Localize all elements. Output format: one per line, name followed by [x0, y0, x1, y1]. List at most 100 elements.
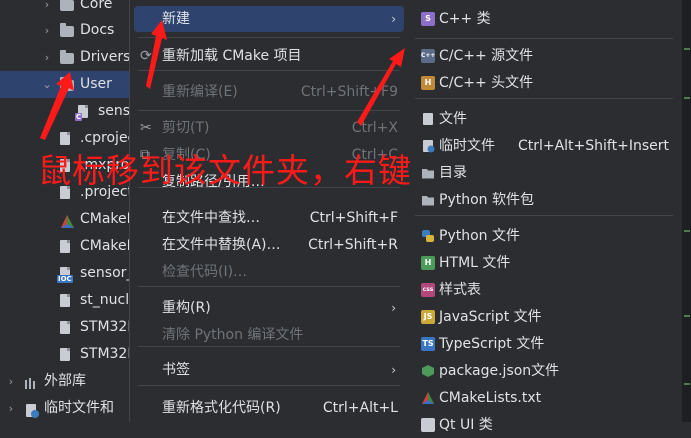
menu-item-shortcut: Ctrl+Alt+L	[322, 400, 398, 416]
file-icon	[421, 112, 435, 126]
new-submenu-item[interactable]: S C++ 类	[411, 6, 679, 32]
tree-item[interactable]: CMakeL	[0, 206, 140, 233]
tree-item[interactable]: STM32I	[0, 314, 140, 341]
tree-item[interactable]: › Core	[0, 0, 140, 18]
menu-item-cmake[interactable]: ⟳ 重新加载 CMake 项目	[134, 43, 404, 69]
tree-item[interactable]: CMakeL	[0, 233, 140, 260]
new-submenu-item[interactable]: H HTML 文件	[411, 250, 679, 276]
tree-item[interactable]: Csensor	[0, 98, 140, 125]
tree-item-label: User	[80, 76, 112, 92]
menu-item-a[interactable]: 在文件中替换(A)… Ctrl+Shift+R	[134, 232, 404, 258]
new-submenu-item-label: C/C++ 源文件	[439, 48, 534, 64]
file-icon	[60, 321, 70, 334]
menu-item-i[interactable]: 检查代码(I)…	[134, 259, 404, 285]
cmake-icon	[60, 212, 75, 228]
menu-separator	[138, 110, 400, 111]
menu-item-r[interactable]: 重构(R) ›	[134, 295, 404, 321]
tree-item[interactable]: st_nucl	[0, 287, 140, 314]
pkg-icon	[421, 364, 435, 378]
context-menu: 新建 › ⟳ 重新加载 CMake 项目 重新编译(E) Ctrl+Shift+F9 ✂ 剪切…	[129, 0, 409, 422]
chevron-icon[interactable]: ›	[6, 368, 16, 395]
tree-item-label: Docs	[80, 22, 115, 38]
new-submenu-item[interactable]: 文件	[411, 106, 679, 132]
new-submenu-item[interactable]: C++ C/C++ 源文件	[411, 43, 679, 69]
menu-item-shortcut: Ctrl+X	[351, 120, 398, 136]
tree-item[interactable]: STM32I	[0, 341, 140, 368]
new-submenu-item[interactable]: Python 软件包	[411, 187, 679, 213]
menu-item-e[interactable]: 重新编译(E) Ctrl+Shift+F9	[134, 79, 404, 105]
new-submenu-item[interactable]: JS JavaScript 文件	[411, 304, 679, 330]
tree-item-label: Core	[80, 0, 113, 12]
new-submenu-item-label: C/C++ 头文件	[439, 75, 534, 91]
tree-item[interactable]: › Docs	[0, 17, 140, 44]
folder-icon	[60, 0, 74, 11]
cut-icon: ✂	[140, 120, 152, 136]
tree-item[interactable]: › 外部库	[0, 368, 140, 395]
new-submenu-item-label: 临时文件	[439, 138, 495, 154]
new-submenu-item-label: JavaScript 文件	[439, 309, 542, 325]
menu-separator	[415, 215, 673, 216]
C++-icon: C++	[421, 49, 435, 63]
S-icon: S	[421, 12, 435, 26]
tree-item-label: 临时文件和	[44, 400, 114, 416]
editor-edge	[682, 0, 691, 422]
menu-item-item[interactable]: 新建 ›	[134, 6, 404, 32]
new-submenu-item[interactable]: package.json文件	[411, 358, 679, 384]
menu-separator	[415, 98, 673, 99]
tree-item-label: STM32I	[80, 319, 132, 335]
menu-item-r[interactable]: 重新格式化代码(R) Ctrl+Alt+L	[134, 395, 404, 421]
folder-icon	[60, 50, 74, 64]
menu-item-t[interactable]: ✂ 剪切(T) Ctrl+X	[134, 115, 404, 141]
cmake-icon	[421, 391, 435, 405]
menu-separator	[138, 385, 400, 386]
file-type-badge: C	[75, 113, 83, 121]
folder-icon	[421, 193, 435, 207]
new-submenu-item[interactable]: TS TypeScript 文件	[411, 331, 679, 357]
new-submenu-item[interactable]: 目录	[411, 160, 679, 186]
chevron-icon[interactable]: ›	[6, 395, 16, 422]
new-submenu-item-label: CMakeLists.txt	[439, 390, 542, 406]
tree-item[interactable]: ⌄ User	[0, 71, 140, 98]
reload-icon: ⟳	[140, 48, 152, 64]
new-submenu: S C++ 类 C++ C/C++ 源文件 H C/C++ 头文件文件临时文件 Ctrl+A…	[407, 0, 683, 433]
submenu-arrow-icon: ›	[391, 301, 396, 315]
new-submenu-item-shortcut: Ctrl+Alt+Shift+Insert	[517, 138, 669, 154]
menu-item-label: 重新格式化代码(R)	[162, 400, 281, 416]
new-submenu-item[interactable]: Python 文件	[411, 223, 679, 249]
new-submenu-item[interactable]: H C/C++ 头文件	[411, 70, 679, 96]
file-icon	[60, 240, 70, 253]
scratch-file-icon	[24, 401, 39, 418]
tree-item[interactable]: › Drivers	[0, 44, 140, 71]
H-icon: H	[421, 76, 435, 90]
menu-item-label: 检查代码(I)…	[162, 264, 248, 280]
file-icon	[60, 348, 70, 361]
new-submenu-item[interactable]: css 样式表	[411, 277, 679, 303]
new-submenu-item[interactable]: 临时文件 Ctrl+Alt+Shift+Insert	[411, 133, 679, 159]
scratch-icon	[421, 139, 435, 153]
menu-item-label: 重新编译(E)	[162, 84, 238, 100]
chevron-icon[interactable]: ›	[42, 44, 52, 71]
menu-item-python[interactable]: 清除 Python 编译文件	[134, 322, 404, 348]
chevron-icon[interactable]: ⌄	[42, 71, 52, 98]
tree-item-label: 外部库	[44, 373, 86, 389]
new-submenu-item-label: Python 软件包	[439, 192, 534, 208]
tree-item-label: st_nucl	[80, 292, 130, 308]
new-submenu-item-label: Python 文件	[439, 228, 520, 244]
new-submenu-item-label: 样式表	[439, 282, 481, 298]
menu-item-item[interactable]: 在文件中查找… Ctrl+Shift+F	[134, 205, 404, 231]
chevron-icon[interactable]: ›	[42, 17, 52, 44]
menu-item-item[interactable]: 书签 ›	[134, 357, 404, 383]
tree-item-label: Drivers	[80, 49, 131, 65]
tree-item[interactable]: › 临时文件和	[0, 395, 140, 422]
menu-item-label: 书签	[162, 362, 190, 378]
tree-item[interactable]: IOC sensor_	[0, 260, 140, 287]
chevron-icon[interactable]: ›	[42, 0, 52, 18]
new-submenu-item[interactable]: CMakeLists.txt	[411, 385, 679, 411]
menu-separator	[138, 346, 400, 347]
menu-item-shortcut: Ctrl+Shift+F	[309, 210, 398, 226]
folder-icon	[421, 166, 435, 180]
menu-separator	[138, 70, 400, 71]
library-icon	[24, 374, 39, 389]
new-submenu-item[interactable]: Qt UI 类	[411, 412, 679, 438]
new-submenu-item-label: 目录	[439, 165, 467, 181]
